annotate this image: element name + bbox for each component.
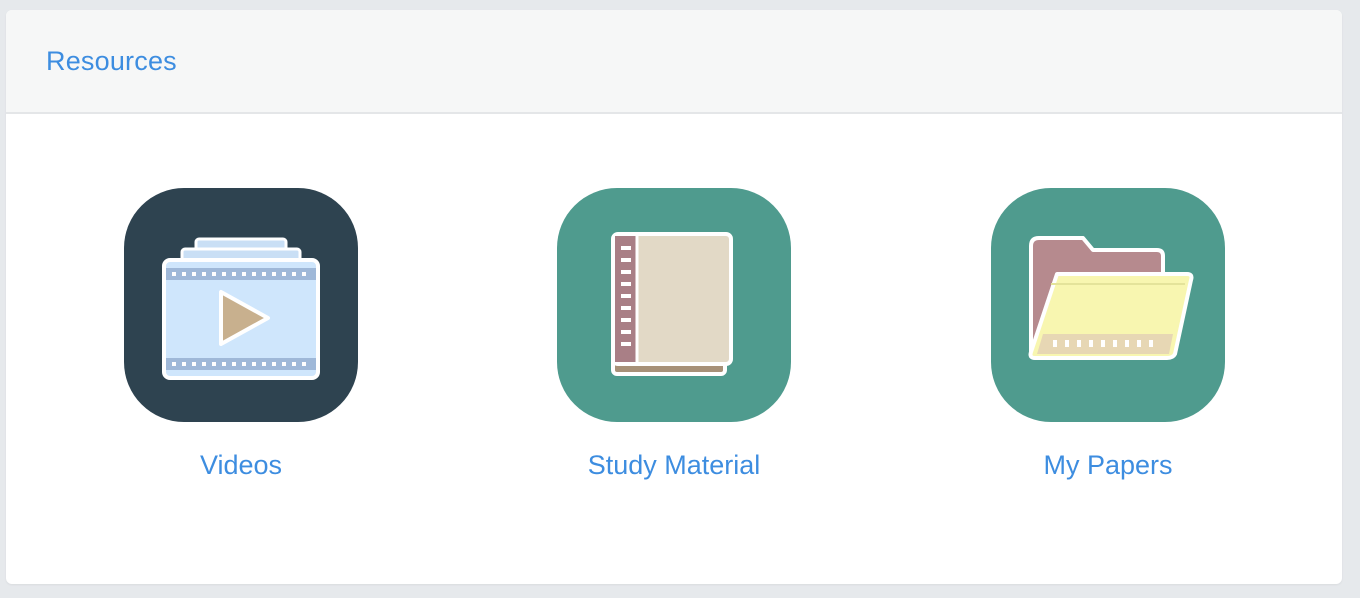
notebook-icon[interactable] [557,188,791,422]
panel-header: Resources [6,10,1342,114]
videos-tile[interactable]: Videos [124,188,358,481]
videos-label[interactable]: Videos [200,450,282,481]
study-material-tile[interactable]: Study Material [557,188,791,481]
panel-title: Resources [46,45,177,76]
study-material-label[interactable]: Study Material [588,450,761,481]
resources-panel: Resources Videos Study Material My Paper… [6,10,1342,584]
my-papers-tile[interactable]: My Papers [991,188,1225,481]
video-player-icon[interactable] [124,188,358,422]
open-folder-icon[interactable] [991,188,1225,422]
my-papers-label[interactable]: My Papers [1043,450,1172,481]
